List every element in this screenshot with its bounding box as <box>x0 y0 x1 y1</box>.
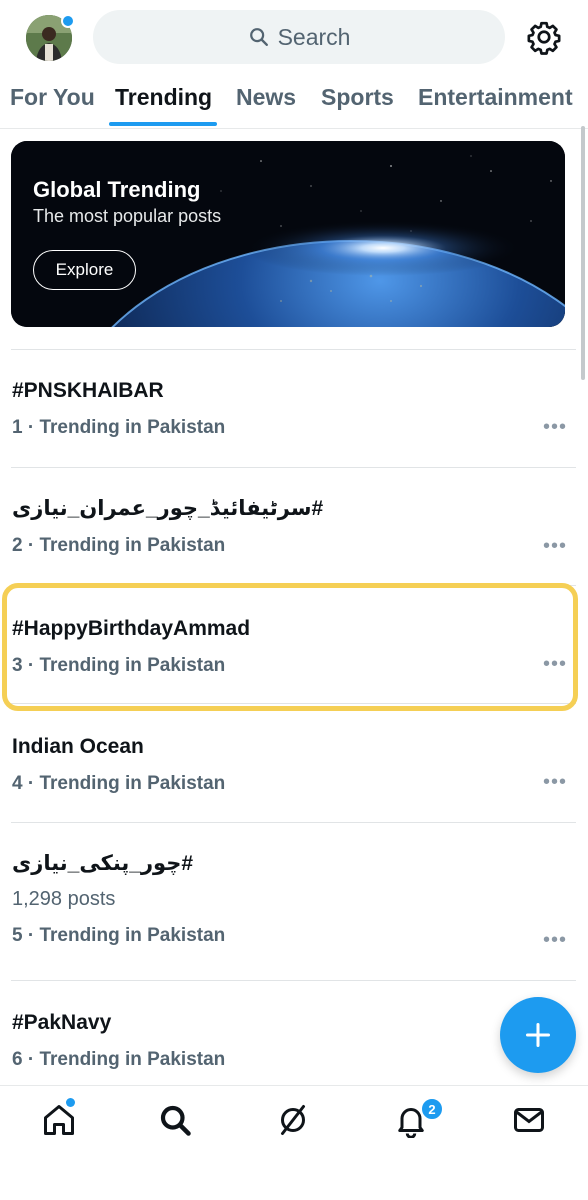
grok-icon[interactable] <box>275 1102 311 1138</box>
earth-image <box>11 141 565 327</box>
divider <box>11 822 576 823</box>
scrollbar[interactable] <box>581 126 585 380</box>
compose-button[interactable] <box>500 997 576 1073</box>
trend-item[interactable]: #چور_پنکی_نیازی 1,298 posts 5 · Trending… <box>12 851 572 947</box>
home-icon[interactable] <box>41 1102 77 1138</box>
gear-icon[interactable] <box>526 19 562 55</box>
active-tab-indicator <box>109 122 217 126</box>
trend-name: #سرٹیفائیڈ_چور_عمران_نیازی <box>12 497 324 520</box>
banner-title: Global Trending <box>33 177 201 202</box>
avatar-status-dot <box>61 14 75 28</box>
divider <box>11 349 576 350</box>
search-icon[interactable] <box>157 1102 193 1138</box>
tab-trending[interactable]: Trending <box>115 84 212 111</box>
tab-news[interactable]: News <box>236 84 296 111</box>
tab-bar: For You Trending News Sports Entertainme… <box>0 78 588 129</box>
search-icon <box>249 28 268 46</box>
explore-button[interactable]: Explore <box>33 250 136 290</box>
trend-name: #چور_پنکی_نیازی <box>12 852 194 875</box>
trend-post-count: 1,298 posts <box>12 888 116 910</box>
trend-item[interactable]: #سرٹیفائیڈ_چور_عمران_نیازی 2 · Trending … <box>12 496 572 557</box>
trend-item[interactable]: #PakNavy 6 · Trending in Pakistan <box>12 1011 572 1071</box>
trend-item[interactable]: #PNSKHAIBAR 1 · Trending in Pakistan <box>12 379 572 439</box>
trend-name: Indian Ocean <box>12 735 144 758</box>
divider <box>11 467 576 468</box>
home-unread-dot <box>66 1098 75 1107</box>
trend-meta: 4 · Trending in Pakistan <box>12 773 226 794</box>
top-bar: Search <box>0 0 588 78</box>
trend-name: #PNSKHAIBAR <box>12 379 164 402</box>
banner-subtitle: The most popular posts <box>33 206 222 226</box>
trend-name: #PakNavy <box>12 1011 112 1034</box>
trend-item[interactable]: Indian Ocean 4 · Trending in Pakistan <box>12 735 572 795</box>
plus-icon <box>525 1022 551 1048</box>
search-bar[interactable]: Search <box>93 10 505 64</box>
more-options-icon[interactable]: ••• <box>543 535 567 558</box>
trend-meta: 6 · Trending in Pakistan <box>12 1049 226 1070</box>
search-placeholder: Search <box>277 23 351 50</box>
tab-sports[interactable]: Sports <box>321 84 394 111</box>
more-options-icon[interactable]: ••• <box>543 416 567 439</box>
trend-meta: 1 · Trending in Pakistan <box>12 417 226 438</box>
bottom-nav <box>0 1085 588 1200</box>
trend-meta: 2 · Trending in Pakistan <box>12 535 226 556</box>
notification-badge: 2 <box>420 1097 444 1121</box>
tab-entertainment[interactable]: Entertainment <box>418 84 573 111</box>
global-trending-banner[interactable]: Global Trending The most popular posts E… <box>11 141 565 327</box>
more-options-icon[interactable]: ••• <box>543 771 567 794</box>
tab-for-you[interactable]: For You <box>10 84 95 111</box>
more-options-icon[interactable]: ••• <box>543 929 567 952</box>
mail-icon[interactable] <box>511 1102 547 1138</box>
divider <box>11 980 576 981</box>
highlight-box <box>2 583 578 711</box>
trend-meta: 5 · Trending in Pakistan <box>12 925 226 946</box>
